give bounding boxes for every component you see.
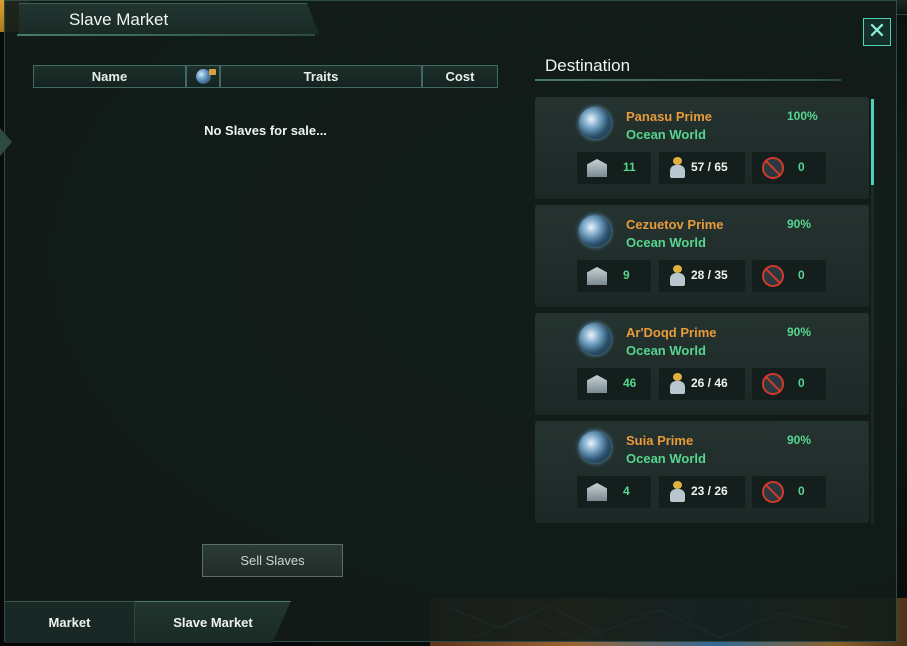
- housing-stat: 46: [577, 368, 651, 400]
- restricted-stat: 0: [752, 368, 826, 400]
- planet-name: Panasu Prime: [626, 109, 712, 124]
- pops-value: 26 / 46: [691, 376, 728, 390]
- habitability-value: 90%: [787, 433, 812, 447]
- pops-value: 57 / 65: [691, 160, 728, 174]
- pops-stat: 26 / 46: [659, 368, 745, 400]
- tab-slave-market[interactable]: Slave Market: [135, 601, 291, 643]
- housing-value: 11: [623, 160, 636, 174]
- planet-icon: [579, 107, 611, 139]
- pops-value: 23 / 26: [691, 484, 728, 498]
- pop-icon: [669, 481, 685, 503]
- column-header-name[interactable]: Name: [33, 65, 186, 88]
- column-header-planet[interactable]: [186, 65, 220, 88]
- destination-planet-card[interactable]: Ar'Doqd Prime Ocean World 90% 46 26 / 46…: [535, 313, 869, 415]
- planet-icon: [579, 215, 611, 247]
- planet-icon: [579, 431, 611, 463]
- housing-stat: 11: [577, 152, 651, 184]
- no-resettle-icon: [762, 157, 784, 179]
- column-header-cost[interactable]: Cost: [422, 65, 498, 88]
- housing-stat: 9: [577, 260, 651, 292]
- close-button[interactable]: ✕: [863, 18, 891, 46]
- housing-icon: [587, 375, 607, 393]
- restricted-value: 0: [798, 376, 805, 390]
- pop-icon: [669, 373, 685, 395]
- no-resettle-icon: [762, 481, 784, 503]
- planet-name: Ar'Doqd Prime: [626, 325, 717, 340]
- game-screen: Slave Market ✕ Name Traits Cost No Slave…: [0, 0, 907, 646]
- habitability-value: 90%: [787, 217, 812, 231]
- pops-value: 28 / 35: [691, 268, 728, 282]
- destination-planet-card[interactable]: Cezuetov Prime Ocean World 90% 9 28 / 35…: [535, 205, 869, 307]
- habitability-value: 90%: [787, 325, 812, 339]
- tab-market[interactable]: Market: [5, 601, 135, 643]
- pops-stat: 28 / 35: [659, 260, 745, 292]
- housing-icon: [587, 483, 607, 501]
- close-icon: ✕: [867, 18, 887, 43]
- column-header-traits[interactable]: Traits: [220, 65, 422, 88]
- market-tabs: Market Slave Market: [5, 601, 305, 643]
- planet-icon: [195, 69, 216, 84]
- no-resettle-icon: [762, 373, 784, 395]
- restricted-value: 0: [798, 484, 805, 498]
- no-resettle-icon: [762, 265, 784, 287]
- pops-stat: 23 / 26: [659, 476, 745, 508]
- destination-title: Destination: [545, 56, 631, 75]
- habitability-value: 100%: [787, 109, 818, 123]
- title-underline: [17, 34, 315, 36]
- empty-list-message: No Slaves for sale...: [204, 123, 327, 138]
- destination-underline: [535, 79, 841, 81]
- planet-type: Ocean World: [626, 127, 706, 142]
- restricted-value: 0: [798, 268, 805, 282]
- housing-icon: [587, 267, 607, 285]
- pops-stat: 57 / 65: [659, 152, 745, 184]
- destination-planet-card[interactable]: Suia Prime Ocean World 90% 4 23 / 26 0: [535, 421, 869, 523]
- restricted-stat: 0: [752, 260, 826, 292]
- housing-value: 4: [623, 484, 630, 498]
- pop-icon: [669, 157, 685, 179]
- restricted-stat: 0: [752, 152, 826, 184]
- housing-icon: [587, 159, 607, 177]
- destination-planet-card[interactable]: Panasu Prime Ocean World 100% 11 57 / 65…: [535, 97, 869, 199]
- planet-name: Cezuetov Prime: [626, 217, 724, 232]
- restricted-value: 0: [798, 160, 805, 174]
- title-tab: [19, 3, 319, 34]
- planet-type: Ocean World: [626, 343, 706, 358]
- planet-icon: [579, 323, 611, 355]
- slave-market-window: Slave Market ✕ Name Traits Cost No Slave…: [4, 0, 897, 643]
- pop-icon: [669, 265, 685, 287]
- sell-slaves-button[interactable]: Sell Slaves: [202, 544, 343, 577]
- restricted-stat: 0: [752, 476, 826, 508]
- housing-value: 46: [623, 376, 637, 390]
- housing-value: 9: [623, 268, 630, 282]
- planet-type: Ocean World: [626, 451, 706, 466]
- planet-name: Suia Prime: [626, 433, 694, 448]
- housing-stat: 4: [577, 476, 651, 508]
- destination-scrollbar-thumb[interactable]: [871, 99, 874, 185]
- window-title: Slave Market: [69, 10, 169, 29]
- planet-type: Ocean World: [626, 235, 706, 250]
